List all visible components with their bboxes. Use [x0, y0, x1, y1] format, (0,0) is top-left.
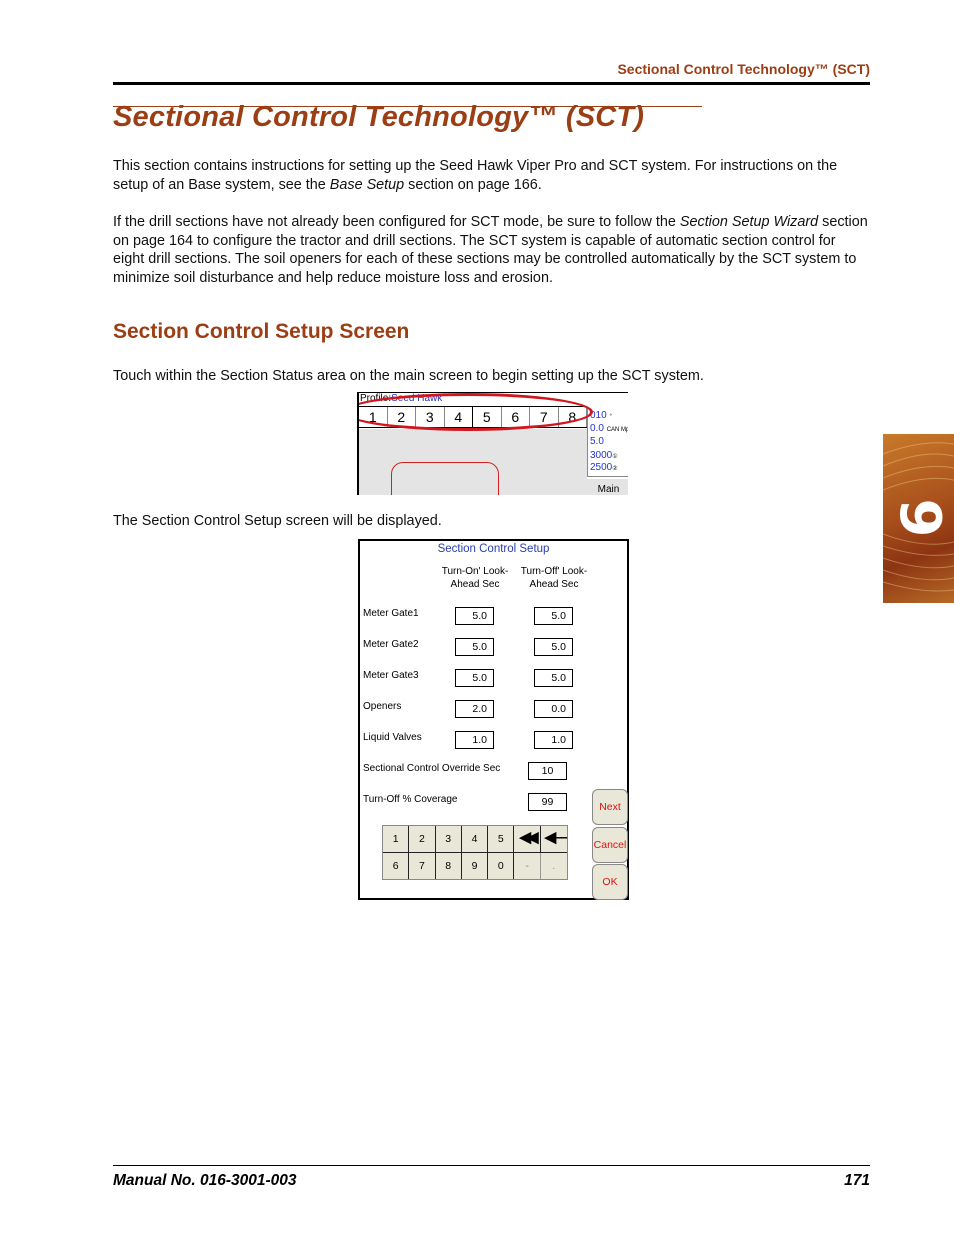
turn-off-column-header: Turn-Off' Look-Ahead Sec — [520, 566, 588, 590]
page-title: Sectional Control Technology™ (SCT) — [113, 101, 645, 133]
main-tab-button[interactable]: Main — [587, 479, 628, 495]
key-3[interactable]: 3 — [435, 826, 462, 853]
meter-gate-2-turn-on-field[interactable]: 5.0 — [455, 638, 494, 656]
stat-product-2: 2500② — [590, 462, 618, 473]
override-sec-field[interactable]: 10 — [528, 762, 567, 780]
key-6[interactable]: 6 — [383, 853, 410, 879]
row-label-openers: Openers — [363, 701, 402, 712]
meter-gate-3-turn-on-field[interactable]: 5.0 — [455, 669, 494, 687]
turn-on-column-header: Turn-On' Look-Ahead Sec — [441, 566, 509, 590]
section-heading: Section Control Setup Screen — [113, 320, 410, 343]
cross-reference-base-setup: Base Setup — [329, 176, 405, 193]
backspace-icon[interactable]: ◀— — [540, 826, 567, 853]
key-5[interactable]: 5 — [488, 826, 515, 853]
page-number: 171 — [844, 1172, 870, 1189]
main-screen-screenshot: Profile:Seed Hawk 1 2 3 4 5 6 7 8 010 ° … — [357, 392, 628, 495]
row-label-meter-gate-3: Meter Gate3 — [363, 670, 419, 681]
key-9[interactable]: 9 — [461, 853, 489, 879]
liquid-valves-turn-on-field[interactable]: 1.0 — [455, 731, 494, 749]
manual-number: Manual No. 016-3001-003 — [113, 1172, 297, 1189]
openers-turn-off-field[interactable]: 0.0 — [534, 700, 573, 718]
result-paragraph: The Section Control Setup screen will be… — [113, 513, 442, 529]
section-7[interactable]: 7 — [530, 407, 559, 427]
setup-screen-title: Section Control Setup — [437, 543, 550, 555]
coverage-label: Turn-Off % Coverage — [363, 794, 458, 805]
section-4[interactable]: 4 — [445, 407, 473, 427]
section-5[interactable]: 5 — [473, 407, 502, 427]
meter-gate-1-turn-on-field[interactable]: 5.0 — [455, 607, 494, 625]
product-2-icon: ② — [612, 466, 618, 472]
cross-reference-section-setup-wizard: Section Setup Wizard — [679, 214, 819, 230]
row-label-meter-gate-2: Meter Gate2 — [363, 639, 419, 650]
meter-gate-2-turn-off-field[interactable]: 5.0 — [534, 638, 573, 656]
header-rule — [113, 82, 870, 85]
key-0[interactable]: 0 — [488, 853, 515, 879]
key-8[interactable]: 8 — [435, 853, 462, 879]
running-header: Sectional Control Technology™ (SCT) — [617, 61, 870, 77]
key-minus[interactable]: - — [514, 853, 541, 879]
key-decimal[interactable]: . — [540, 853, 567, 879]
stat-heading: 010 ° — [590, 410, 612, 421]
ok-button[interactable]: OK — [592, 864, 628, 900]
product-1-icon: ① — [612, 454, 618, 460]
row-label-liquid-valves: Liquid Valves — [363, 732, 422, 743]
next-button[interactable]: Next — [592, 789, 628, 825]
key-4[interactable]: 4 — [461, 826, 489, 853]
section-status-area[interactable]: 1 2 3 4 5 6 7 8 — [359, 406, 587, 428]
section-8[interactable]: 8 — [559, 407, 587, 427]
section-3[interactable]: 3 — [416, 407, 445, 427]
stat-rate: 5.0 — [590, 436, 604, 447]
section-1[interactable]: 1 — [359, 407, 388, 427]
override-label: Sectional Control Override Sec — [363, 763, 501, 774]
stats-panel: 010 ° 0.0 CAN Mph 5.0 3000① 2500② — [587, 407, 628, 477]
openers-turn-on-field[interactable]: 2.0 — [455, 700, 494, 718]
coverage-field[interactable]: 99 — [528, 793, 567, 811]
section-2[interactable]: 2 — [388, 407, 416, 427]
key-1[interactable]: 1 — [383, 826, 410, 853]
stat-speed: 0.0 CAN Mph — [590, 423, 628, 434]
instruction-paragraph: Touch within the Section Status area on … — [113, 368, 704, 384]
profile-label: Profile:Seed Hawk — [360, 393, 443, 404]
key-2[interactable]: 2 — [409, 826, 436, 853]
meter-gate-1-turn-off-field[interactable]: 5.0 — [534, 607, 573, 625]
key-7[interactable]: 7 — [409, 853, 436, 879]
chapter-tab: 9 — [883, 434, 954, 603]
footer-rule — [113, 1165, 870, 1166]
row-label-meter-gate-1: Meter Gate1 — [363, 608, 419, 619]
chapter-number: 9 — [887, 498, 952, 538]
cancel-button[interactable]: Cancel — [592, 827, 628, 863]
section-6[interactable]: 6 — [502, 407, 530, 427]
numeric-keypad: 1 2 3 4 5 ◀◀ ◀— 6 7 8 9 0 - . — [382, 825, 568, 880]
intro-paragraph-2: If the drill sections have not already b… — [113, 214, 868, 287]
intro-paragraph-1: This section contains instructions for s… — [113, 158, 838, 193]
clear-all-icon[interactable]: ◀◀ — [514, 826, 541, 853]
liquid-valves-turn-off-field[interactable]: 1.0 — [534, 731, 573, 749]
section-control-setup-screenshot: Section Control Setup Turn-On' Look-Ahea… — [358, 539, 629, 900]
meter-gate-3-turn-off-field[interactable]: 5.0 — [534, 669, 573, 687]
implement-outline — [391, 462, 499, 495]
